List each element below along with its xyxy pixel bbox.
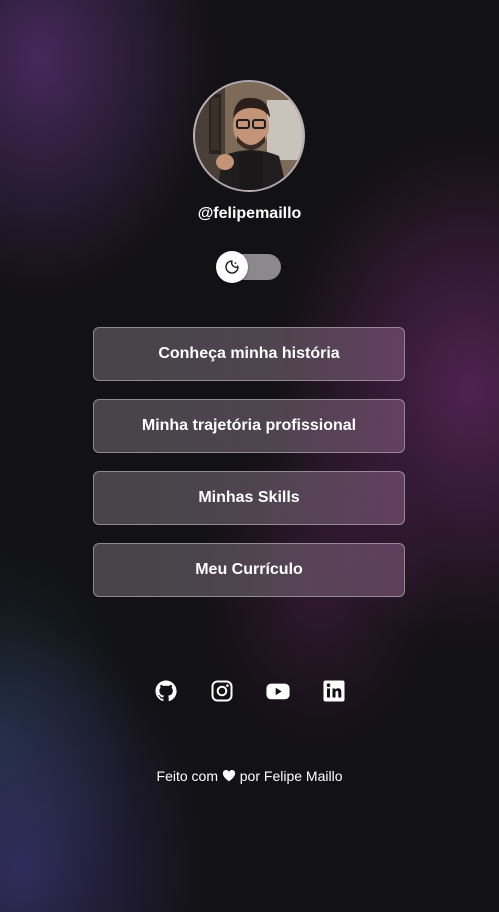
link-button-skills[interactable]: Minhas Skills xyxy=(93,471,405,525)
theme-toggle[interactable] xyxy=(216,251,281,283)
toggle-knob[interactable] xyxy=(216,251,248,283)
github-link[interactable] xyxy=(154,679,178,703)
link-button-historia[interactable]: Conheça minha história xyxy=(93,327,405,381)
footer-prefix: Feito com xyxy=(156,768,218,784)
footer: Feito com por Felipe Maillo xyxy=(0,768,499,784)
github-icon xyxy=(155,680,177,702)
link-button-curriculo[interactable]: Meu Currículo xyxy=(93,543,405,597)
profile-photo xyxy=(195,82,303,190)
footer-suffix: por Felipe Maillo xyxy=(239,768,343,784)
profile-handle: @felipemaillo xyxy=(197,205,302,222)
instagram-link[interactable] xyxy=(210,679,234,703)
social-links xyxy=(0,679,499,703)
heart-icon xyxy=(222,769,235,782)
youtube-link[interactable] xyxy=(265,679,290,703)
youtube-icon xyxy=(265,683,290,700)
instagram-icon xyxy=(211,680,232,702)
avatar xyxy=(193,80,305,192)
moon-stars-icon xyxy=(225,260,239,274)
link-list: Conheça minha história Minha trajetória … xyxy=(93,327,405,615)
linkedin-icon xyxy=(323,680,344,702)
page: @felipemaillo Conheça minha história Min… xyxy=(0,0,499,912)
linkedin-link[interactable] xyxy=(322,679,346,703)
link-button-trajetoria[interactable]: Minha trajetória profissional xyxy=(93,399,405,453)
